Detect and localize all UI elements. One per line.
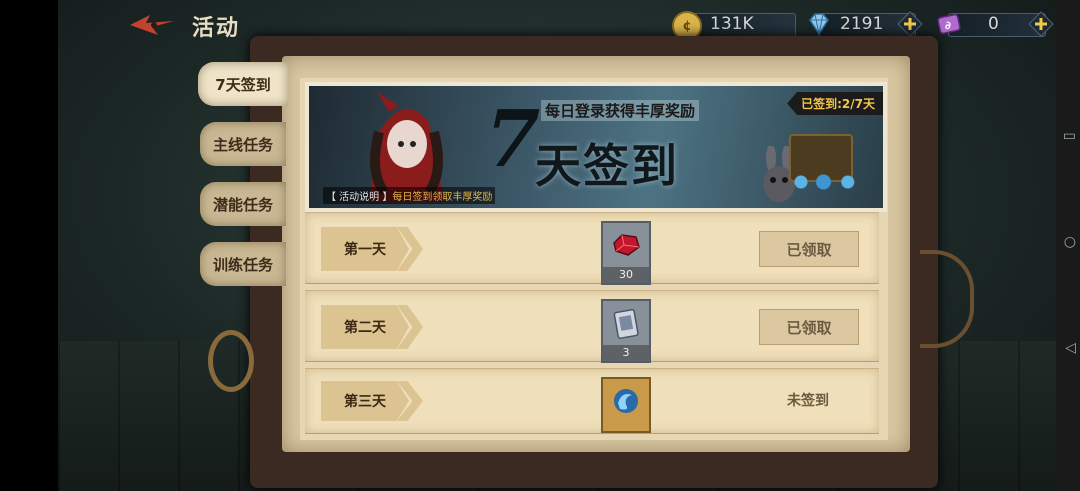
- day-row: 第三天 未签到: [305, 368, 879, 434]
- tab-potential-quest[interactable]: 潜能任务: [200, 182, 286, 226]
- ticket-value: 0: [988, 14, 999, 34]
- blue-swirl-icon: [614, 389, 638, 413]
- diamond-icon: [809, 13, 829, 36]
- back-arrow-icon: [130, 15, 174, 35]
- home-nav-icon[interactable]: ○: [1064, 234, 1076, 250]
- day-label: 第二天: [321, 305, 409, 349]
- signin-banner: 7 天签到 每日登录获得丰厚奖励 已签到:2/7天 【 活动说明 】每日签到领取…: [305, 82, 887, 212]
- back-button[interactable]: [128, 12, 176, 38]
- page-title: 活动: [192, 16, 241, 41]
- blue-gems-icon: [783, 172, 873, 192]
- tab-training-quest[interactable]: 训练任务: [200, 242, 286, 286]
- reward-slot[interactable]: [601, 377, 651, 433]
- desc-key: 【 活动说明 】: [326, 192, 393, 203]
- reward-slot[interactable]: 3: [601, 299, 651, 363]
- day-label: 第一天: [321, 227, 409, 271]
- screen-left-edge: [0, 0, 58, 491]
- reward-slot[interactable]: 30: [601, 221, 651, 285]
- card-icon: [613, 309, 639, 339]
- not-signed-status: 未签到: [787, 393, 829, 409]
- red-gem-icon: [613, 234, 640, 256]
- ticket-icon: ∂: [937, 13, 961, 35]
- red-hood-character-icon: [369, 92, 444, 202]
- claimed-button[interactable]: 已领取: [759, 309, 859, 345]
- plus-icon: [897, 11, 923, 37]
- rope-decoration: [920, 250, 974, 348]
- book-ring-icon: [208, 330, 254, 392]
- system-nav-bar: ▭ ○ ◁: [1056, 0, 1080, 491]
- signin-progress-badge: 已签到:2/7天: [787, 92, 883, 115]
- day-row: 第一天 30 已领取: [305, 212, 879, 285]
- coin-value: 131K: [710, 14, 754, 34]
- day-label: 第三天: [321, 381, 409, 421]
- activity-description[interactable]: 【 活动说明 】每日签到领取丰厚奖励: [323, 187, 496, 204]
- tab-7day-signin[interactable]: 7天签到: [198, 62, 288, 106]
- recents-nav-icon[interactable]: ▭: [1063, 128, 1076, 144]
- reward-count: 30: [603, 267, 649, 283]
- add-diamond-button[interactable]: [897, 11, 923, 37]
- add-ticket-button[interactable]: [1028, 11, 1054, 37]
- svg-text:∂: ∂: [945, 19, 951, 32]
- coin-counter: ¢ 131K: [672, 10, 800, 41]
- day-row: 第二天 3 已领取: [305, 290, 879, 363]
- reward-count: 3: [603, 345, 649, 361]
- back-nav-icon[interactable]: ◁: [1065, 340, 1076, 356]
- plus-icon: [1028, 11, 1054, 37]
- banner-title: 天签到: [535, 139, 679, 193]
- desc-value: 每日签到领取丰厚奖励: [392, 192, 493, 203]
- claimed-button[interactable]: 已领取: [759, 231, 859, 267]
- tab-main-quest[interactable]: 主线任务: [200, 122, 286, 166]
- banner-subtitle: 每日登录获得丰厚奖励: [541, 100, 700, 121]
- diamond-value: 2191: [840, 14, 884, 34]
